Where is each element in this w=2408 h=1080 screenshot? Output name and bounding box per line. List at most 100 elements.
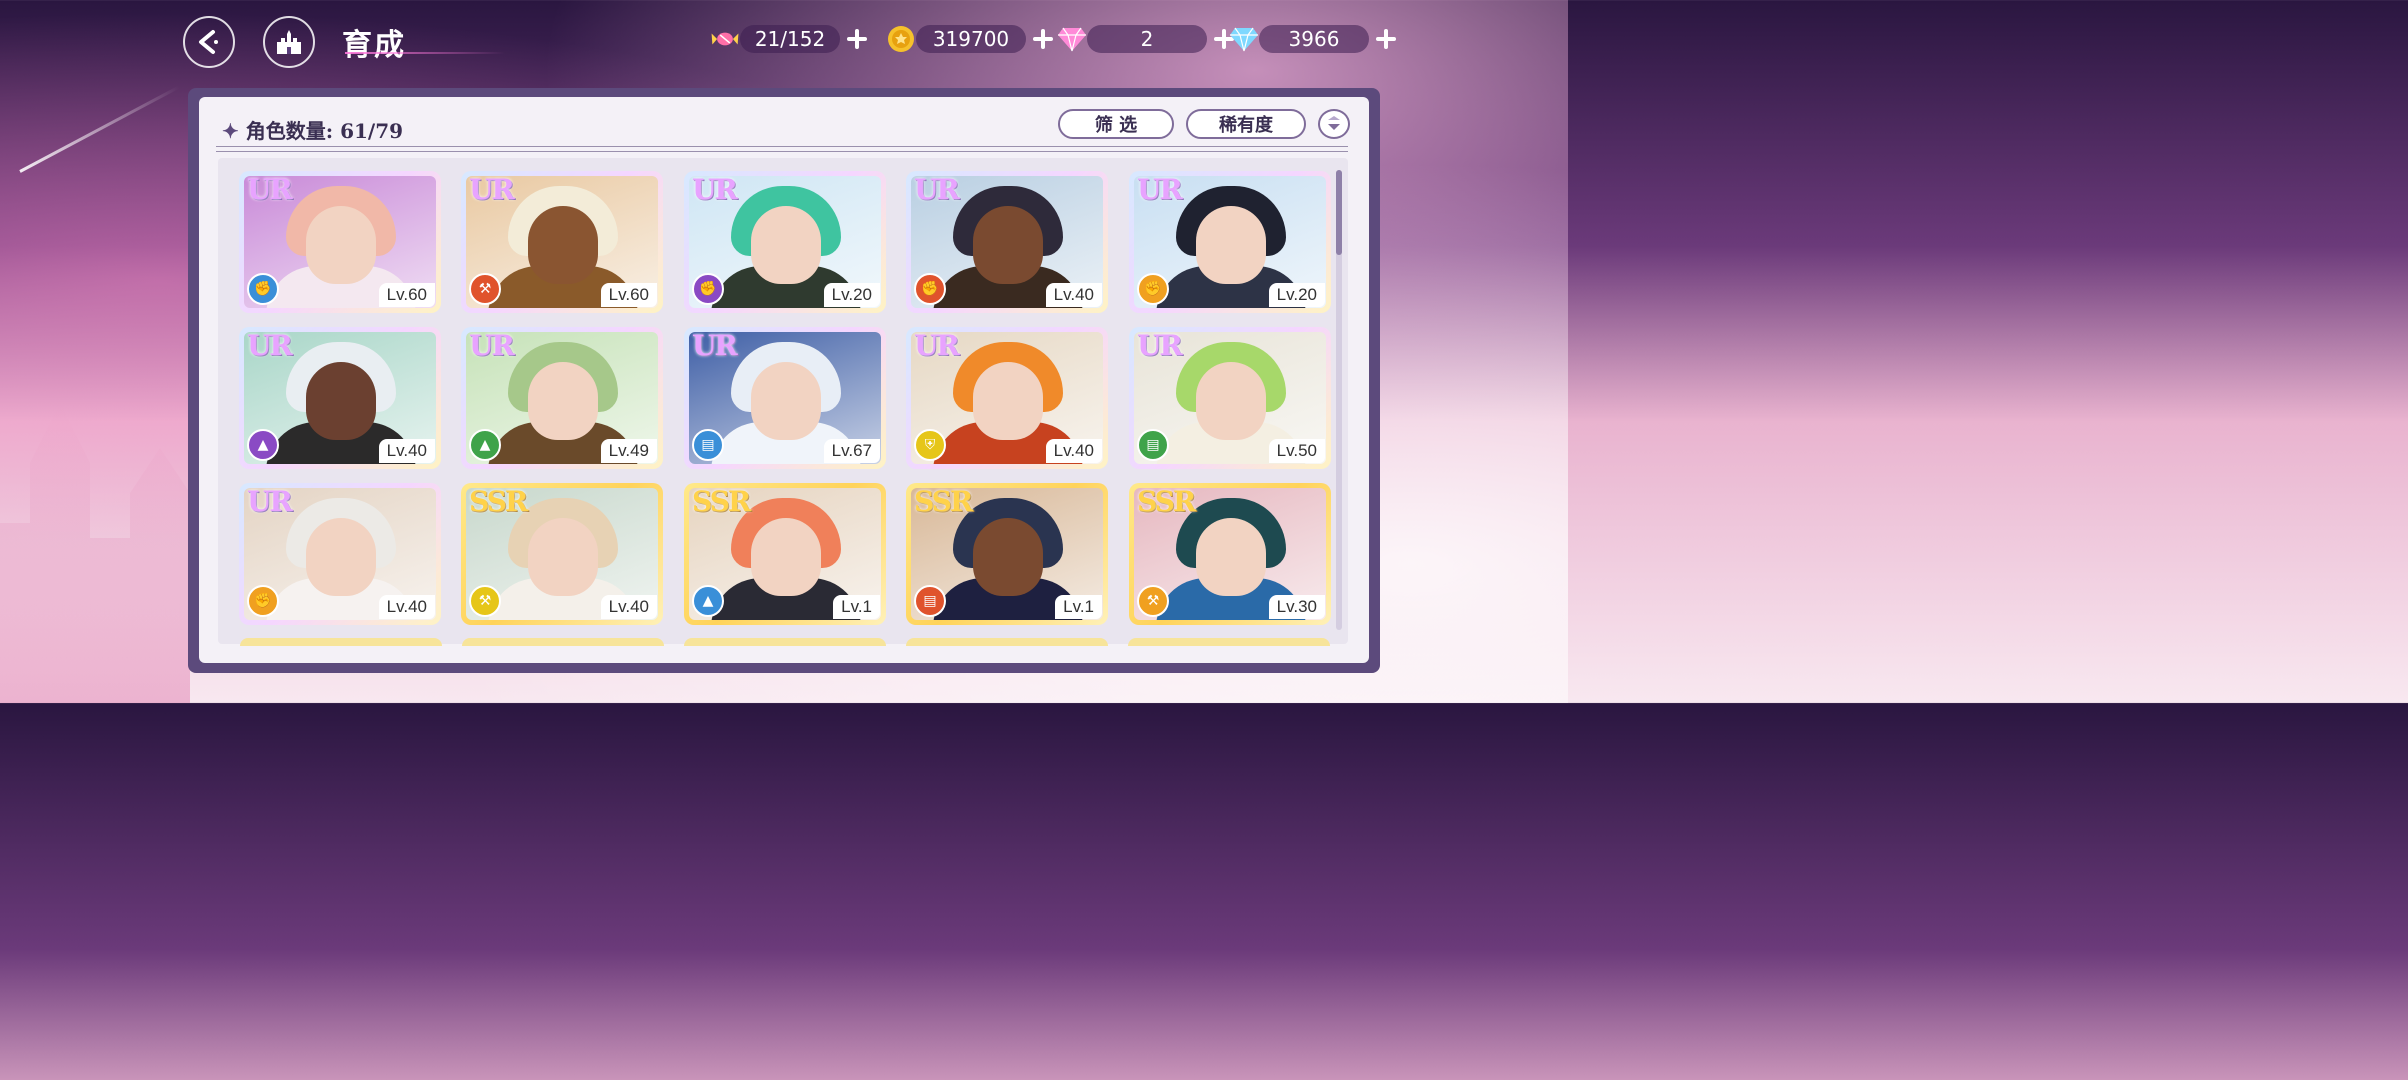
level-label: Lv.40 [378,439,435,463]
character-card[interactable]: UR ▤ Lv.67 [684,327,886,469]
shield-icon: ⛨ [914,429,946,461]
portrait-face [306,206,376,284]
card-peek [462,638,664,646]
level-label: Lv.40 [1045,283,1102,307]
hammer-icon: ⚒ [1137,585,1169,617]
character-card[interactable]: UR ⛨ Lv.40 [906,327,1108,469]
resource-gold: 319700 [886,24,1054,54]
portrait-face [528,362,598,440]
portrait-face [1196,518,1266,596]
level-label: Lv.20 [823,283,880,307]
level-label: Lv.60 [378,283,435,307]
rarity-badge: UR [692,329,738,362]
portrait-face [306,362,376,440]
portrait-face [751,206,821,284]
character-card[interactable]: UR ✊ Lv.40 [239,483,441,625]
rarity-badge: SSR [1137,485,1196,518]
rarity-badge: UR [469,173,515,206]
rarity-badge: UR [247,329,293,362]
book-icon: ▤ [692,429,724,461]
rarity-badge: UR [1137,173,1183,206]
portrait-face [528,518,598,596]
rarity-badge: SSR [692,485,751,518]
top-bar: 育成 21/152 319700 2 3966 [0,0,1568,80]
character-card[interactable]: UR ✊ Lv.20 [1129,171,1331,313]
card-peek [240,638,442,646]
fist-icon: ✊ [914,273,946,305]
rarity-sort-button[interactable]: 稀有度 [1186,109,1306,139]
rarity-badge: UR [469,329,515,362]
rarity-badge: SSR [914,485,973,518]
character-card[interactable]: UR ▲ Lv.40 [239,327,441,469]
level-label: Lv.1 [1055,595,1102,619]
sparkle-icon: ✦ [222,119,239,143]
pink-gem-value: 2 [1087,25,1207,53]
character-card[interactable]: UR ✊ Lv.60 [239,171,441,313]
blue-gem-add-button[interactable] [1375,28,1397,50]
character-card[interactable]: SSR ⚒ Lv.40 [461,483,663,625]
character-card[interactable]: SSR ⚒ Lv.30 [1129,483,1331,625]
portrait-face [751,362,821,440]
title-decoration [345,52,505,54]
sort-order-button[interactable] [1318,109,1350,139]
boot-icon: ▲ [692,585,724,617]
level-label: Lv.50 [1268,439,1325,463]
level-label: Lv.20 [1268,283,1325,307]
rarity-badge: UR [1137,329,1183,362]
character-count: ✦ 角色数量: 61/79 [222,119,404,143]
character-card[interactable]: SSR ▤ Lv.1 [906,483,1108,625]
level-label: Lv.40 [1045,439,1102,463]
character-card[interactable]: UR ✊ Lv.20 [684,171,886,313]
resource-candy: 21/152 [710,24,868,54]
card-peek [906,638,1108,646]
card-peek [1128,638,1330,646]
gold-add-button[interactable] [1032,28,1054,50]
character-card[interactable]: SSR ▲ Lv.1 [684,483,886,625]
level-label: Lv.49 [600,439,657,463]
book-icon: ▤ [914,585,946,617]
candy-value: 21/152 [740,25,840,53]
portrait-face [973,518,1043,596]
gold-coin-icon [886,24,916,54]
portrait-face [973,206,1043,284]
character-card[interactable]: UR ⚒ Lv.60 [461,171,663,313]
boot-icon: ▲ [247,429,279,461]
portrait-face [751,518,821,596]
resource-blue-gem: 3966 [1229,24,1397,54]
header-divider [216,146,1348,152]
rarity-badge: UR [247,173,293,206]
fist-icon: ✊ [247,585,279,617]
rarity-badge: UR [914,329,960,362]
boot-icon: ▲ [469,429,501,461]
rarity-badge: UR [692,173,738,206]
back-arrow-icon [199,30,218,54]
character-card[interactable]: UR ▤ Lv.50 [1129,327,1331,469]
back-button[interactable] [183,16,235,68]
portrait-face [306,518,376,596]
pink-diamond-icon [1057,24,1087,54]
hammer-icon: ⚒ [469,273,501,305]
resource-pink-gem: 2 [1057,24,1235,54]
blue-gem-value: 3966 [1259,25,1369,53]
fist-icon: ✊ [1137,273,1169,305]
level-label: Lv.30 [1268,595,1325,619]
card-peek [684,638,886,646]
portrait-face [528,206,598,284]
scrollbar-thumb[interactable] [1336,170,1342,255]
book-icon: ▤ [1137,429,1169,461]
level-label: Lv.60 [600,283,657,307]
castle-icon [277,30,301,54]
portrait-face [973,362,1043,440]
home-button[interactable] [263,16,315,68]
filter-button[interactable]: 筛 选 [1058,109,1174,139]
page-title: 育成 [342,28,406,63]
character-card[interactable]: UR ▲ Lv.49 [461,327,663,469]
candy-add-button[interactable] [846,28,868,50]
rarity-badge: UR [914,173,960,206]
blue-diamond-icon [1229,24,1259,54]
level-label: Lv.67 [823,439,880,463]
character-card[interactable]: UR ✊ Lv.40 [906,171,1108,313]
portrait-face [1196,206,1266,284]
portrait-face [1196,362,1266,440]
sort-arrow-icon [1328,116,1340,130]
